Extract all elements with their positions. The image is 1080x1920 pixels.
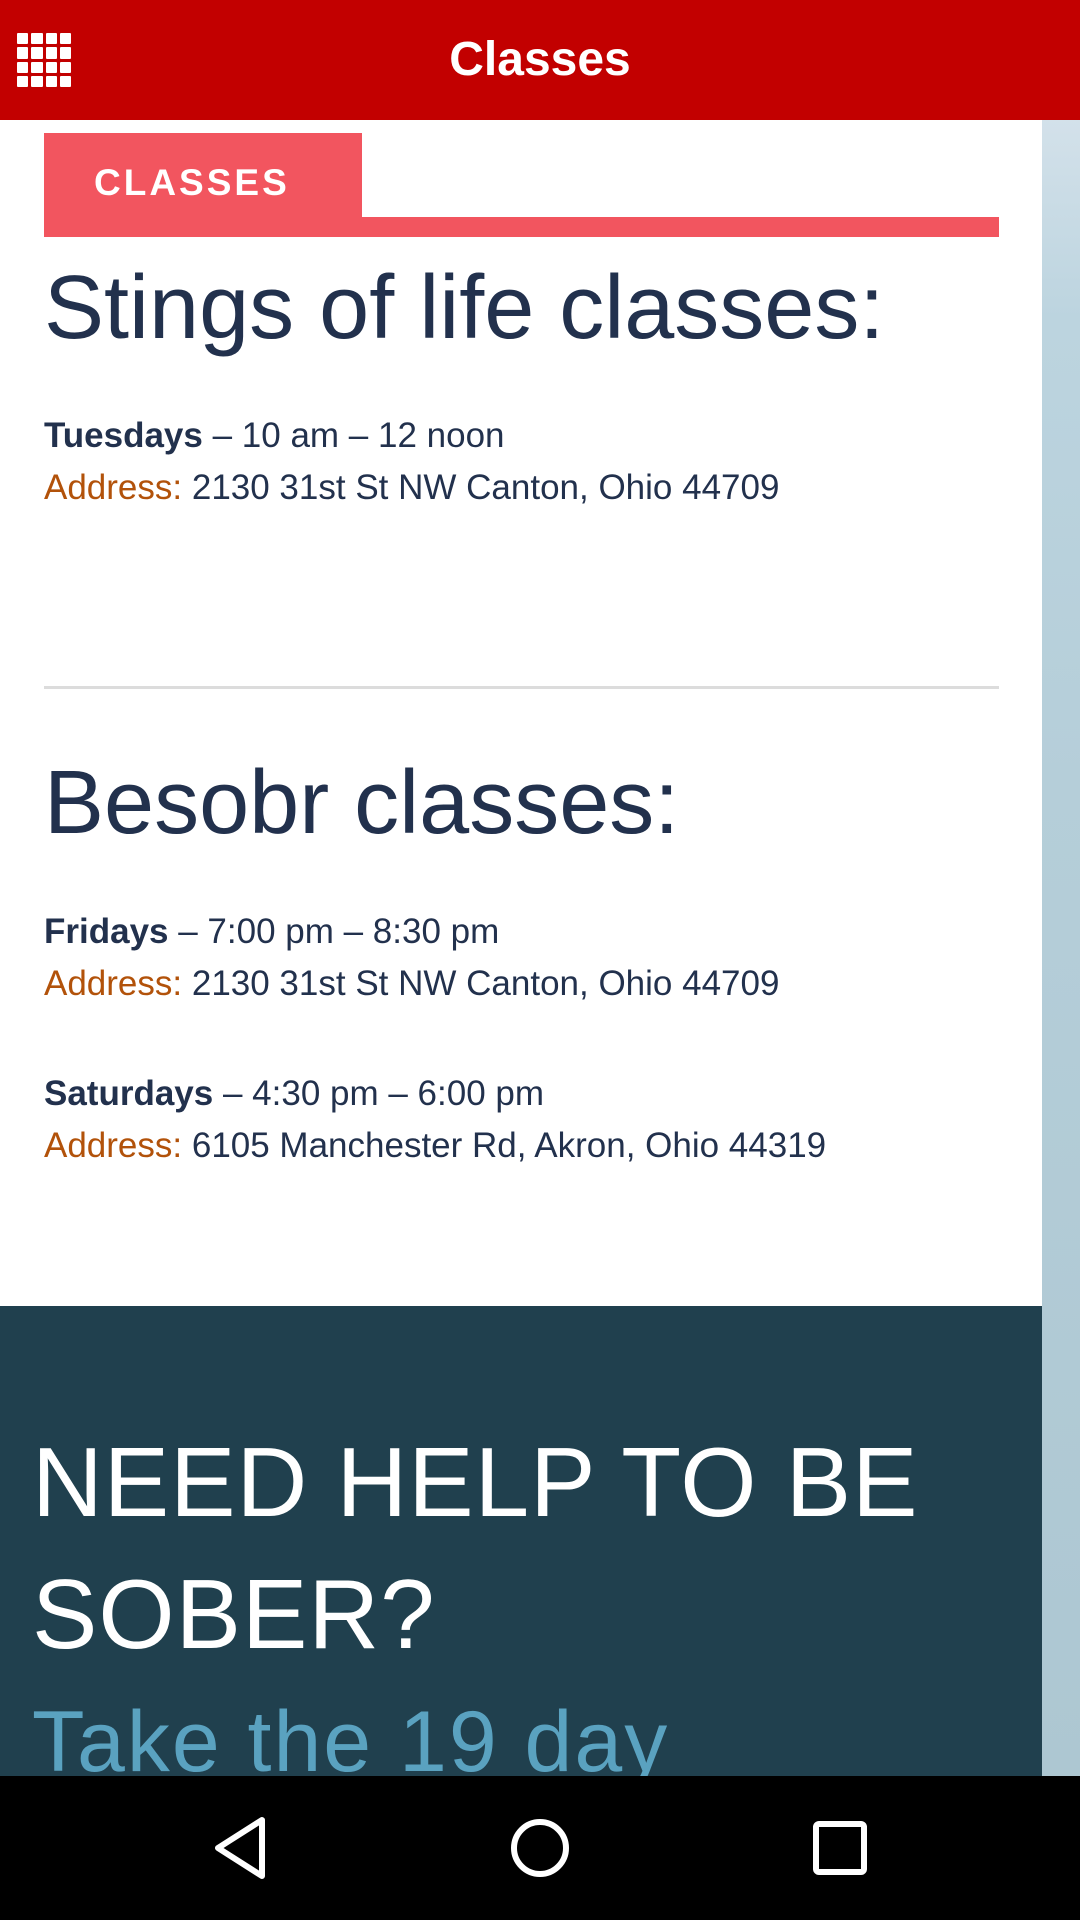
home-icon[interactable] — [498, 1806, 582, 1890]
cta-banner: NEED HELP TO BE SOBER? Take the 19 day — [0, 1306, 1042, 1776]
session-time-line: Saturdays – 4:30 pm – 6:00 pm — [44, 1068, 826, 1120]
section-heading: Besobr classes: — [44, 753, 680, 853]
session-address: 2130 31st St NW Canton, Ohio 44709 — [182, 964, 780, 1003]
tab-underline — [44, 217, 999, 237]
session-address-line: Address: 2130 31st St NW Canton, Ohio 44… — [44, 958, 779, 1010]
back-icon[interactable] — [200, 1806, 284, 1890]
session-time: – 4:30 pm – 6:00 pm — [213, 1074, 545, 1113]
session-time: – 10 am – 12 noon — [202, 416, 505, 455]
section-divider — [44, 686, 999, 689]
main-content: CLASSES Stings of life classes: Tuesdays… — [0, 120, 1042, 1306]
session-day: Fridays — [44, 912, 169, 951]
section-tab: CLASSES — [44, 133, 999, 237]
app-screen: Classes CLASSES Stings of life classes: … — [0, 0, 1080, 1920]
session-day: Saturdays — [44, 1074, 214, 1113]
session-address-line: Address: 2130 31st St NW Canton, Ohio 44… — [44, 462, 779, 514]
page-title: Classes — [449, 33, 631, 86]
class-session: Fridays – 7:00 pm – 8:30 pm Address: 213… — [44, 906, 779, 1010]
session-day: Tuesdays — [44, 416, 203, 455]
background-image-edge — [1042, 120, 1080, 1776]
session-time: – 7:00 pm – 8:30 pm — [168, 912, 500, 951]
class-session: Tuesdays – 10 am – 12 noon Address: 2130… — [44, 410, 779, 514]
cta-heading-line: NEED HELP TO BE — [32, 1427, 919, 1537]
session-time-line: Tuesdays – 10 am – 12 noon — [44, 410, 779, 462]
cta-heading-line: SOBER? — [32, 1559, 436, 1669]
app-bar: Classes — [0, 0, 1080, 120]
cta-heading: NEED HELP TO BE SOBER? — [32, 1416, 918, 1680]
address-label: Address: — [44, 1126, 183, 1165]
class-session: Saturdays – 4:30 pm – 6:00 pm Address: 6… — [44, 1068, 826, 1172]
cta-subheading: Take the 19 day — [32, 1694, 670, 1776]
recents-icon[interactable] — [798, 1806, 882, 1890]
address-label: Address: — [44, 468, 183, 507]
session-address: 6105 Manchester Rd, Akron, Ohio 44319 — [182, 1126, 827, 1165]
section-heading: Stings of life classes: — [44, 258, 885, 358]
session-address-line: Address: 6105 Manchester Rd, Akron, Ohio… — [44, 1120, 826, 1172]
session-time-line: Fridays – 7:00 pm – 8:30 pm — [44, 906, 779, 958]
system-nav-bar — [0, 1776, 1080, 1920]
address-label: Address: — [44, 964, 183, 1003]
session-address: 2130 31st St NW Canton, Ohio 44709 — [182, 468, 780, 507]
